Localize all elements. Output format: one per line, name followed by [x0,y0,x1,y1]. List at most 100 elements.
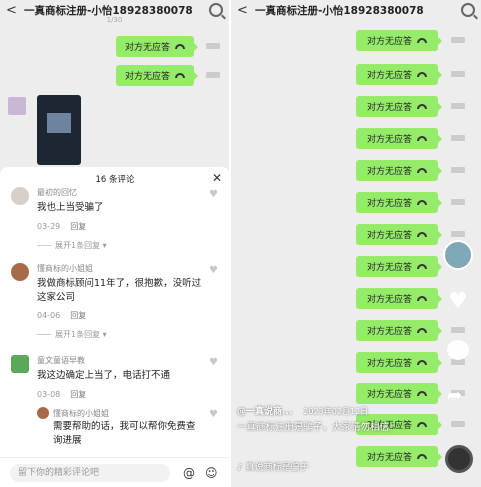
comment-date: 03-29 [37,222,61,231]
comment-text: 我这边确定上当了，电话打不通 [37,370,171,381]
heart-icon[interactable]: ♥ [446,291,470,313]
video-caption: 一真商标注册是骗子，大家请勿相信! [237,422,393,433]
my-avatar [451,199,465,205]
call-bubble[interactable]: 对方无应答 [116,36,198,57]
bubble-text: 对方无应答 [366,135,412,145]
my-avatar [451,71,465,77]
call-bubble[interactable]: 对方无应答 [356,446,442,467]
phone-hangup-icon [417,136,427,141]
like-icon[interactable]: ♥ [209,266,218,276]
bubble-text: 对方无应答 [366,327,412,337]
call-bubble[interactable]: 对方无应答 [356,30,442,51]
contact-avatar[interactable] [8,97,26,115]
reply-text: 需要帮助的话，我可以帮你免费查询进展 [53,421,196,446]
comment-date: 03-08 [37,390,61,399]
search-icon[interactable] [209,3,223,17]
emoji-icon[interactable]: ☺ [205,466,218,480]
phone-hangup-icon [417,264,427,269]
call-bubble[interactable]: 对方无应答 [356,288,442,309]
expand-replies[interactable]: 展开1条回复 ▾ [37,240,107,251]
phone-hangup-icon [417,104,427,109]
call-bubble[interactable]: 对方无应答 [356,352,442,373]
chat-title: 一真商标注册-小怡18928380078 [255,4,424,17]
avatar[interactable] [11,263,29,281]
reply-author[interactable]: 懂商标的小姐姐 [53,408,109,419]
creator-avatar[interactable] [443,240,473,270]
reply-button[interactable]: 回复 [70,222,86,231]
call-bubble[interactable]: 对方无应答 [356,224,442,245]
bubble-text: 对方无应答 [366,71,412,81]
share-icon[interactable]: ➦ [447,387,469,405]
comment-author[interactable]: 童文童语早教 [37,355,85,366]
like-icon[interactable]: ♥ [209,358,218,368]
music-disc-icon[interactable] [445,445,473,473]
comment-author[interactable]: 最初的回忆 [37,187,77,198]
call-bubble[interactable]: 对方无应答 [356,96,442,117]
phone-hangup-icon [175,73,185,78]
call-bubble[interactable]: 对方无应答 [356,383,442,404]
avatar[interactable] [11,187,29,205]
bubble-text: 对方无应答 [366,231,412,241]
call-bubble[interactable]: 对方无应答 [116,65,198,86]
my-avatar [206,43,220,49]
comment-icon[interactable] [447,340,469,360]
left-screenshot: < 一真商标注册-小怡18928380078 1/30 对方无应答 对方无应答 … [0,0,230,487]
call-bubble[interactable]: 对方无应答 [356,64,442,85]
bubble-text: 对方无应答 [366,199,412,209]
comment-meta: 03-29 回复 [37,221,86,232]
music-note-icon: ♪ [237,463,243,473]
my-avatar [451,37,465,43]
expand-replies[interactable]: 展开1条回复 ▾ [37,329,107,340]
comment-meta: 04-06 回复 [37,310,86,321]
reply-button[interactable]: 回复 [70,311,86,320]
phone-hangup-icon [417,200,427,205]
author-name[interactable]: @一真说商... 2023年02月12日 [237,404,368,417]
my-avatar [451,167,465,173]
call-bubble[interactable]: 对方无应答 [356,160,442,181]
shared-image[interactable] [37,95,81,165]
call-bubble[interactable]: 对方无应答 [356,320,442,341]
bubble-text: 对方无应答 [366,103,412,113]
my-avatar [206,72,220,78]
phone-hangup-icon [417,391,427,396]
comment-input-bar: 留下你的精彩评论吧 @ ☺ [0,457,229,487]
my-avatar [451,327,465,333]
phone-hangup-icon [417,232,427,237]
my-avatar [451,231,465,237]
bubble-text: 对方无应答 [124,43,170,53]
my-avatar [451,103,465,109]
search-icon[interactable] [461,3,475,17]
comment-text: 我做商标顾问11年了，很抱歉，没听过这家公司 [37,278,202,303]
right-screenshot: < 一真商标注册-小怡18928380078 对方无应答 对方无应答 对方无应答 对方… [231,0,481,487]
call-bubble[interactable]: 对方无应答 [356,256,442,277]
avatar[interactable] [37,407,49,419]
comment-author[interactable]: 懂商标的小姐姐 [37,263,93,274]
like-icon[interactable]: ♥ [209,410,218,420]
phone-hangup-icon [417,168,427,173]
comments-sheet: 16 条评论 ✕ 最初的回忆 我也上当受骗了 03-29 回复 ♥ 展开1条回复 … [0,167,229,487]
avatar[interactable] [11,355,29,373]
back-arrow-icon[interactable]: < [237,3,249,18]
bubble-text: 对方无应答 [366,263,412,273]
bubble-text: 对方无应答 [366,453,412,463]
phone-hangup-icon [417,296,427,301]
call-bubble[interactable]: 对方无应答 [356,192,442,213]
comment-text: 我也上当受骗了 [37,202,104,213]
call-bubble[interactable]: 对方无应答 [356,128,442,149]
phone-hangup-icon [417,38,427,43]
phone-hangup-icon [417,454,427,459]
bubble-text: 对方无应答 [366,167,412,177]
comment-input[interactable]: 留下你的精彩评论吧 [10,464,170,482]
close-icon[interactable]: ✕ [212,171,222,185]
mention-icon[interactable]: @ [183,466,195,480]
music-label[interactable]: ♪ 真说商标是骗子 [237,460,309,473]
post-date: 2023年02月12日 [303,407,369,416]
phone-hangup-icon [417,72,427,77]
phone-hangup-icon [417,328,427,333]
phone-hangup-icon [175,44,185,49]
like-icon[interactable]: ♥ [209,190,218,200]
bubble-text: 对方无应答 [366,359,412,369]
reply-button[interactable]: 回复 [70,390,86,399]
comments-count: 16 条评论 [95,175,135,185]
phone-hangup-icon [417,360,427,365]
